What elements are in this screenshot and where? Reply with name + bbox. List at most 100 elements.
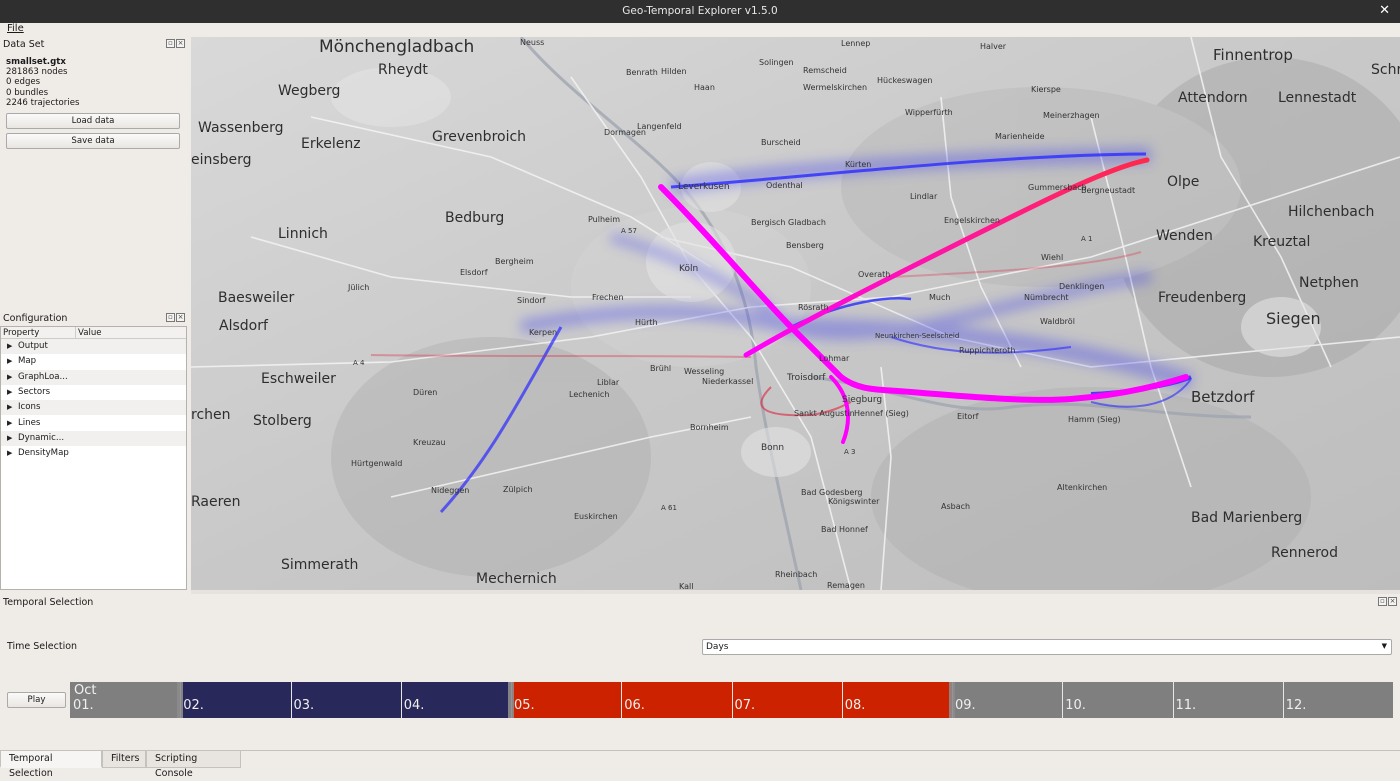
map-label-a-1: A 1 bbox=[1081, 235, 1093, 243]
map-label-schr: Schr bbox=[1371, 62, 1400, 78]
close-icon[interactable]: × bbox=[176, 313, 185, 322]
tab-filters[interactable]: Filters bbox=[102, 751, 146, 768]
time-granularity-select[interactable]: Days ▼ bbox=[702, 639, 1392, 655]
map-label-bergisch-gladbach: Bergisch Gladbach bbox=[751, 218, 826, 227]
map-label-bad-marienberg: Bad Marienberg bbox=[1191, 510, 1303, 526]
map-label-siegen: Siegen bbox=[1266, 309, 1321, 328]
config-panel-header: Configuration ▫ × bbox=[0, 312, 188, 325]
map-label-k-rten: Kürten bbox=[845, 160, 872, 169]
map-label-nideggen: Nideggen bbox=[431, 486, 470, 495]
value-column-header[interactable]: Value bbox=[75, 327, 102, 339]
dataset-panel-title: Data Set bbox=[3, 39, 45, 50]
dataset-info: smallset.gtx 281863 nodes 0 edges 0 bund… bbox=[6, 57, 186, 108]
map-label-h-rtgenwald: Hürtgenwald bbox=[351, 459, 403, 468]
map-canvas[interactable] bbox=[191, 37, 1400, 590]
config-property-tree[interactable]: Property Value ▶ Output ▶ Map ▶ GraphLoa... ▶ S… bbox=[0, 326, 187, 590]
config-row-label: Icons bbox=[18, 402, 41, 413]
load-data-button[interactable]: Load data bbox=[6, 113, 180, 129]
map-label-eschweiler: Eschweiler bbox=[261, 371, 336, 387]
map-label-alsdorf: Alsdorf bbox=[219, 318, 268, 334]
range-divider-handle[interactable] bbox=[508, 682, 514, 718]
config-row-graphloa[interactable]: ▶ GraphLoa... bbox=[1, 369, 186, 385]
window-close-icon[interactable]: ✕ bbox=[1379, 3, 1390, 18]
map-label-j-lich: Jülich bbox=[348, 283, 370, 292]
map-label-remscheid: Remscheid bbox=[803, 66, 847, 75]
map-label-euskirchen: Euskirchen bbox=[574, 512, 618, 521]
config-row-label: Sectors bbox=[18, 386, 51, 397]
map-label-lennep: Lennep bbox=[841, 39, 871, 48]
map-label-rennerod: Rennerod bbox=[1271, 545, 1338, 561]
map-label-elsdorf: Elsdorf bbox=[460, 268, 488, 277]
save-data-button[interactable]: Save data bbox=[6, 133, 180, 149]
expand-arrow-icon[interactable]: ▶ bbox=[7, 354, 12, 369]
play-button[interactable]: Play bbox=[7, 692, 66, 708]
float-icon[interactable]: ▫ bbox=[1378, 597, 1387, 606]
config-row-sectors[interactable]: ▶ Sectors bbox=[1, 385, 186, 400]
blue-range-start-handle[interactable] bbox=[177, 682, 184, 718]
timeline-day-label: 09. bbox=[955, 698, 976, 713]
map-label-haan: Haan bbox=[694, 83, 715, 92]
map-label-a-61: A 61 bbox=[661, 504, 677, 512]
month-label: Oct bbox=[74, 683, 97, 698]
config-row-label: Output bbox=[18, 341, 48, 351]
config-row-label: Lines bbox=[18, 417, 41, 428]
close-icon[interactable]: × bbox=[1388, 597, 1397, 606]
expand-arrow-icon[interactable]: ▶ bbox=[7, 400, 12, 415]
map-label-rchen: rchen bbox=[191, 407, 231, 423]
map-label-siegburg: Siegburg bbox=[842, 395, 883, 405]
expand-arrow-icon[interactable]: ▶ bbox=[7, 385, 12, 400]
map-label-lohmar: Lohmar bbox=[819, 354, 850, 363]
float-icon[interactable]: ▫ bbox=[166, 39, 175, 48]
property-column-header[interactable]: Property bbox=[3, 328, 39, 338]
config-row-output[interactable]: ▶ Output bbox=[1, 339, 186, 354]
tab-temporal-selection[interactable]: Temporal Selection bbox=[0, 751, 102, 779]
expand-arrow-icon[interactable]: ▶ bbox=[7, 339, 12, 354]
expand-arrow-icon[interactable]: ▶ bbox=[7, 446, 12, 461]
bottom-tab-bar: Temporal Selection Filters Scripting Conso… bbox=[0, 750, 1400, 779]
config-row-icons[interactable]: ▶ Icons bbox=[1, 400, 186, 416]
map-label-sankt-augustin: Sankt Augustin bbox=[794, 409, 855, 418]
map-label-h-rth: Hürth bbox=[635, 318, 658, 327]
red-range-end-handle[interactable] bbox=[949, 682, 955, 718]
panel-splitter[interactable] bbox=[191, 590, 1400, 594]
timeline-bar[interactable]: Oct 01. 02. 03. 04. 05. 06. 07. 08. 09. 10. 11. 12. bbox=[70, 682, 1393, 718]
map-label-k-nigswinter: Königswinter bbox=[828, 497, 880, 506]
map-view[interactable]: Mönchengladbach Rheydt Wegberg Wassenberg ei… bbox=[191, 37, 1400, 590]
config-table-header: Property Value bbox=[1, 327, 186, 339]
timeline-day-label: 05. bbox=[514, 698, 535, 713]
expand-arrow-icon[interactable]: ▶ bbox=[7, 431, 12, 446]
map-label-bergneustadt: Bergneustadt bbox=[1081, 186, 1136, 195]
map-label-raeren: Raeren bbox=[191, 494, 241, 510]
dataset-trajectory-count: 2246 trajectories bbox=[6, 97, 80, 108]
close-icon[interactable]: × bbox=[176, 39, 185, 48]
float-icon[interactable]: ▫ bbox=[166, 313, 175, 322]
map-label-simmerath: Simmerath bbox=[281, 557, 359, 573]
map-label-solingen: Solingen bbox=[759, 58, 794, 67]
map-label-ruppichteroth: Ruppichteroth bbox=[959, 346, 1016, 355]
map-label-grevenbroich: Grevenbroich bbox=[432, 129, 527, 145]
map-label-hennef-sieg-: Hennef (Sieg) bbox=[854, 409, 909, 418]
config-row-lines[interactable]: ▶ Lines bbox=[1, 416, 186, 431]
dataset-node-count: 281863 nodes bbox=[6, 67, 68, 78]
map-label-wenden: Wenden bbox=[1156, 228, 1213, 244]
title-bar: Geo-Temporal Explorer v1.5.0 ✕ bbox=[0, 0, 1400, 23]
config-row-label: GraphLoa... bbox=[18, 371, 68, 382]
expand-arrow-icon[interactable]: ▶ bbox=[7, 370, 12, 385]
config-row-map[interactable]: ▶ Map bbox=[1, 354, 186, 369]
menu-file[interactable]: File bbox=[7, 23, 24, 34]
map-label-lennestadt: Lennestadt bbox=[1278, 90, 1357, 106]
window-title: Geo-Temporal Explorer v1.5.0 bbox=[622, 5, 778, 17]
config-row-densitymap[interactable]: ▶ DensityMap bbox=[1, 446, 186, 461]
config-row-dynamic[interactable]: ▶ Dynamic... bbox=[1, 430, 186, 446]
timeline-day-label: 07. bbox=[734, 698, 756, 713]
tab-scripting-console[interactable]: Scripting Console bbox=[146, 751, 241, 779]
map-label-marienheide: Marienheide bbox=[995, 132, 1045, 141]
temporal-panel-title: Temporal Selection bbox=[3, 597, 94, 608]
map-label-stolberg: Stolberg bbox=[253, 413, 312, 429]
map-label-bonn: Bonn bbox=[761, 443, 785, 453]
map-label-langenfeld: Langenfeld bbox=[637, 122, 682, 131]
map-label-bad-godesberg: Bad Godesberg bbox=[801, 488, 863, 497]
expand-arrow-icon[interactable]: ▶ bbox=[7, 416, 12, 431]
map-label-altenkirchen: Altenkirchen bbox=[1057, 483, 1108, 492]
map-label-benrath: Benrath bbox=[626, 68, 658, 77]
